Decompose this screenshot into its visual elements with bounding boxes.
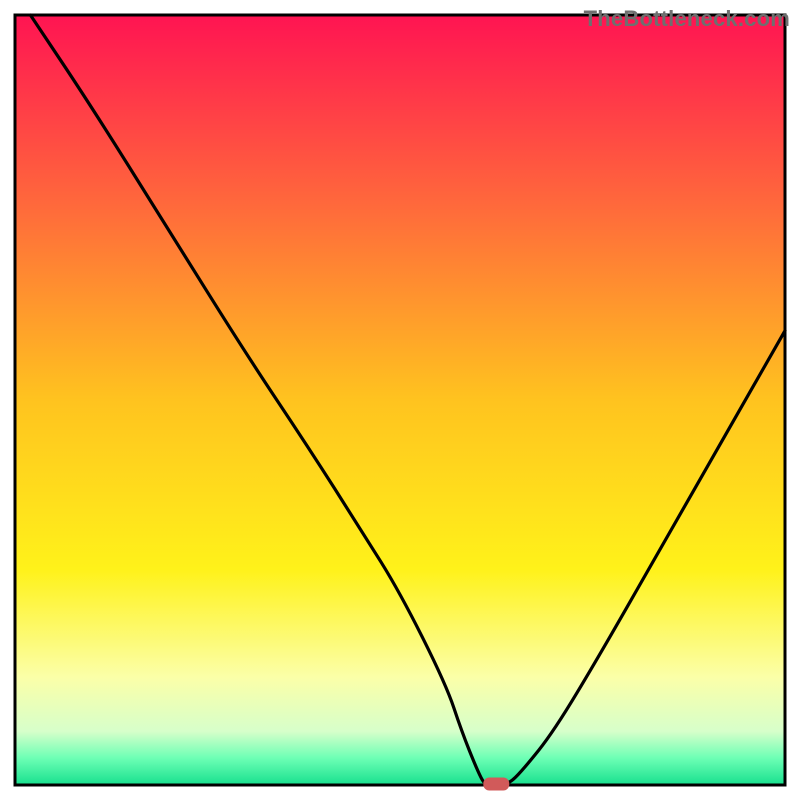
- plot-background: [15, 15, 785, 785]
- bottleneck-chart: TheBottleneck.com: [0, 0, 800, 800]
- chart-svg: [0, 0, 800, 800]
- optimal-marker: [483, 778, 509, 791]
- watermark-label: TheBottleneck.com: [584, 6, 790, 32]
